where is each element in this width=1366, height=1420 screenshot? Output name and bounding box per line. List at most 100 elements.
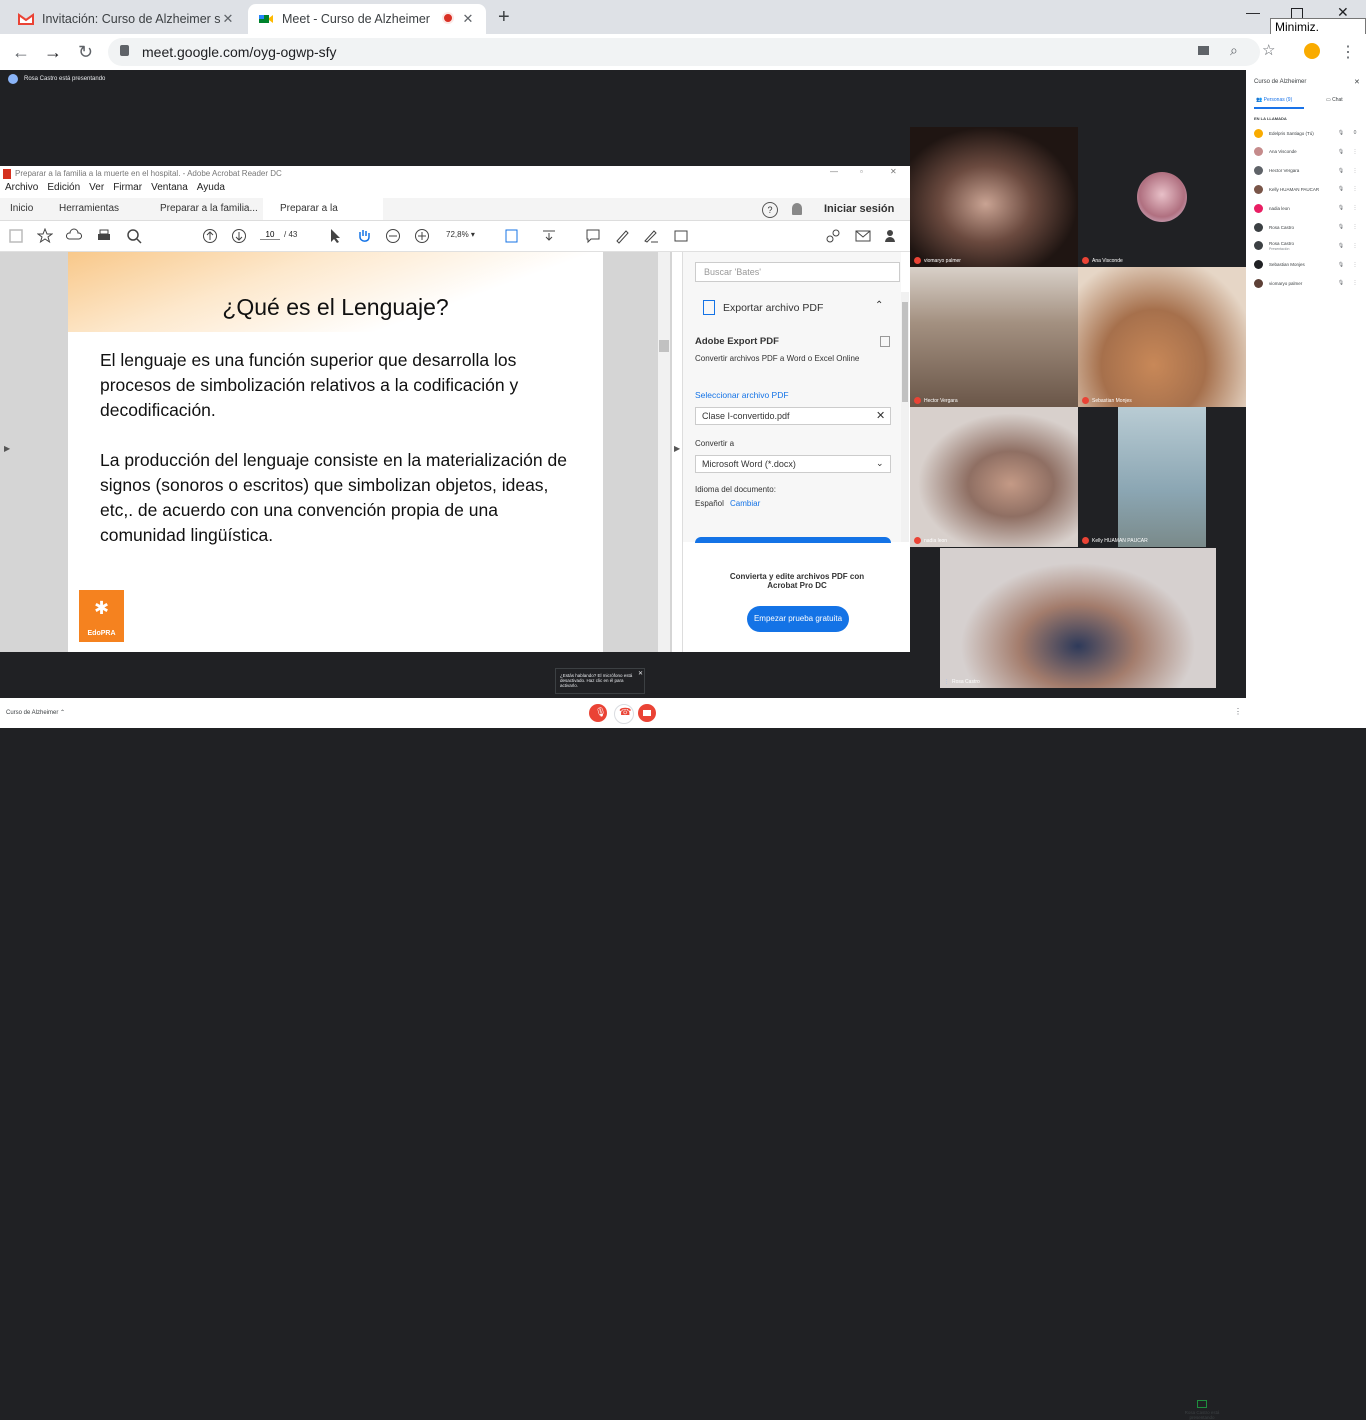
add-user-icon[interactable] (884, 228, 900, 244)
zoom-out-icon[interactable] (385, 228, 401, 244)
convert-button-partial[interactable] (695, 537, 891, 543)
bates-search-input[interactable]: Buscar 'Bates' (695, 262, 900, 282)
new-tab-button[interactable]: + (498, 6, 510, 29)
email-icon[interactable] (855, 228, 871, 244)
mic-off-icon[interactable]: 🎙 (1334, 280, 1348, 286)
camera-toggle-button[interactable] (638, 704, 656, 722)
leave-call-button[interactable]: ☎ (614, 704, 634, 724)
bookmark-star-icon[interactable]: ☆ (1262, 41, 1275, 59)
tab-doc-2[interactable]: Preparar a la familia...✕ (263, 198, 383, 236)
save-icon[interactable] (8, 228, 24, 244)
left-panel-toggle-icon[interactable]: ▶ (4, 444, 10, 453)
participant-tile[interactable]: Kelly HUAMAN PAUCAR (1078, 407, 1246, 547)
menu-ver[interactable]: Ver (89, 182, 104, 193)
mic-off-icon[interactable]: 🎙 (1334, 262, 1348, 268)
restore-icon[interactable]: ▫ (860, 167, 863, 176)
comment-icon[interactable] (585, 228, 601, 244)
participant-tile[interactable]: ⋮ Rosa Castro (940, 548, 1216, 688)
camera-icon[interactable] (1198, 46, 1209, 55)
mic-off-icon[interactable]: 🎙 (1334, 205, 1348, 211)
hand-tool-icon[interactable] (356, 228, 372, 244)
tab-doc-1[interactable]: Preparar a la familia... (160, 198, 258, 220)
select-cursor-icon[interactable] (327, 228, 343, 244)
zoom-in-icon[interactable] (414, 228, 430, 244)
more-tools-icon[interactable] (673, 228, 689, 244)
menu-icon[interactable]: ⋮ (1340, 42, 1356, 62)
next-page-icon[interactable] (231, 228, 247, 244)
free-trial-button[interactable]: Empezar prueba gratuita (747, 606, 849, 632)
cloud-upload-icon[interactable] (66, 228, 82, 244)
selected-file-field[interactable]: Clase I-convertido.pdf ✕ (695, 407, 891, 425)
participant-tile[interactable]: nadia leon (910, 407, 1078, 547)
meeting-details-button[interactable]: Curso de Alzheimer ⌃ (6, 709, 65, 716)
participant-row[interactable]: Edelpris Santiago (Tú) 🎙 0 (1254, 124, 1362, 142)
participant-row[interactable]: Kelly HUAMAN PAUCAR 🎙 ⋮ (1254, 180, 1362, 198)
participant-tile[interactable]: Hector Vergara (910, 267, 1078, 407)
mic-off-icon[interactable]: 🎙 (1334, 168, 1348, 174)
mic-off-icon[interactable]: 🎙 (1334, 149, 1348, 155)
clear-file-icon[interactable]: ✕ (876, 409, 885, 422)
mic-off-icon[interactable]: 🎙 (1334, 243, 1348, 249)
minimize-icon[interactable]: — (830, 167, 838, 176)
more-options-icon[interactable]: ⋮ (1348, 186, 1362, 192)
export-pane-title[interactable]: Exportar archivo PDF (723, 302, 823, 314)
back-icon[interactable]: ← (12, 42, 30, 63)
participant-tile[interactable]: viomaryo palmer (910, 127, 1078, 267)
highlight-pen-icon[interactable] (614, 228, 630, 244)
tab-gmail-invitation[interactable]: Invitación: Curso de Alzheimer sá ✕ (8, 4, 246, 34)
close-tab-icon[interactable]: ✕ (460, 11, 476, 27)
address-bar[interactable]: meet.google.com/oyg-ogwp-sfy ⌕ ☆ (108, 38, 1275, 66)
menu-ayuda[interactable]: Ayuda (197, 182, 225, 193)
share-link-icon[interactable] (825, 228, 841, 244)
people-tab[interactable]: 👥 Personas (9) (1256, 97, 1292, 103)
tab-herramientas[interactable]: Herramientas (59, 198, 119, 220)
more-options-icon[interactable]: ⋮ (1348, 280, 1362, 286)
participant-tile[interactable]: Ana Visconde (1078, 127, 1246, 267)
format-select[interactable]: Microsoft Word (*.docx) ⌄ (695, 455, 891, 473)
menu-archivo[interactable]: Archivo (5, 182, 38, 193)
participant-row[interactable]: Rosa Castro Presentación 🎙 ⋮ (1254, 237, 1362, 255)
prev-page-icon[interactable] (202, 228, 218, 244)
sign-in-link[interactable]: Iniciar sesión (824, 198, 894, 220)
participant-row[interactable]: nadia leon 🎙 ⋮ (1254, 199, 1362, 217)
menu-edicion[interactable]: Edición (47, 182, 80, 193)
more-options-icon[interactable]: ⋮ (1348, 224, 1362, 230)
more-options-icon[interactable]: ⋮ (1348, 205, 1362, 211)
mic-off-icon[interactable]: 🎙 (1334, 224, 1348, 230)
presenter-info[interactable]: Rosa Castro está presentando (1182, 1400, 1222, 1420)
zoom-icon[interactable]: ⌕ (1230, 42, 1238, 59)
mic-off-icon[interactable]: 🎙 (1334, 130, 1348, 136)
collapse-chevron-icon[interactable]: ⌃ (875, 300, 883, 311)
change-language-link[interactable]: Cambiar (730, 499, 760, 508)
close-tab-icon[interactable]: ✕ (220, 11, 236, 27)
search-icon[interactable] (126, 228, 142, 244)
right-panel-toggle-icon[interactable]: ▶ (674, 444, 680, 453)
tab-inicio[interactable]: Inicio (10, 198, 33, 220)
scrollbar-thumb[interactable] (659, 340, 669, 352)
participant-row[interactable]: Hector Vergara 🎙 ⋮ (1254, 162, 1362, 180)
menu-ventana[interactable]: Ventana (151, 182, 188, 193)
extension-icon[interactable] (1304, 43, 1320, 59)
reload-icon[interactable]: ↻ (78, 42, 93, 63)
help-icon[interactable]: ? (762, 202, 778, 218)
fit-page-icon[interactable] (504, 228, 520, 244)
sign-icon[interactable] (643, 228, 659, 244)
forward-icon[interactable]: → (44, 42, 62, 63)
more-options-icon[interactable]: ⋮ (1348, 168, 1362, 174)
microphone-toggle-button[interactable]: 🎙 (589, 704, 607, 722)
more-options-icon[interactable]: ⋮ (1234, 707, 1242, 716)
notification-bell-icon[interactable] (792, 203, 802, 215)
menu-firmar[interactable]: Firmar (113, 182, 142, 193)
scroll-mode-icon[interactable] (541, 228, 557, 244)
mic-off-icon[interactable]: 🎙 (1334, 186, 1348, 192)
participant-row[interactable]: Sebastian Monjes 🎙 ⋮ (1254, 256, 1362, 274)
copy-icon[interactable] (880, 336, 890, 347)
close-panel-icon[interactable]: ✕ (1354, 78, 1360, 86)
document-scrollbar[interactable] (658, 252, 670, 652)
zoom-select[interactable]: 72,8% ▾ (446, 230, 490, 239)
print-icon[interactable] (96, 228, 112, 244)
participant-tile[interactable]: Sebastian Monjes (1078, 267, 1246, 407)
chat-tab[interactable]: ▭ Chat (1326, 97, 1343, 103)
more-options-icon[interactable]: ⋮ (1348, 262, 1362, 268)
more-options-icon[interactable]: ⋮ (1348, 243, 1362, 249)
